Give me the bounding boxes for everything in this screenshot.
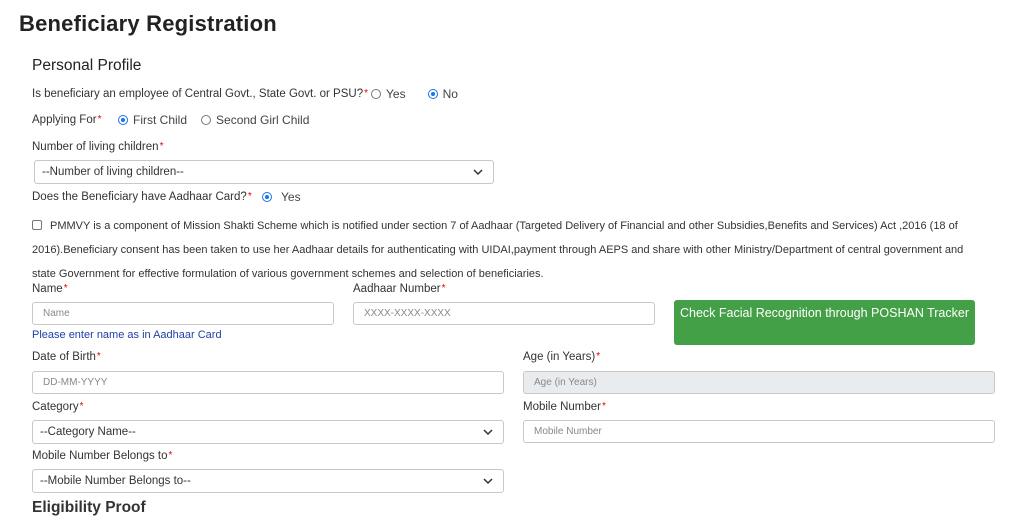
mobile-belongs-text: Mobile Number Belongs to <box>32 450 168 462</box>
dob-text: Date of Birth <box>32 351 96 363</box>
mobile-number-input[interactable]: Mobile Number <box>523 420 995 443</box>
employee-question-text: Is beneficiary an employee of Central Go… <box>32 88 364 100</box>
mobile-number-label: Mobile Number* <box>523 401 606 413</box>
applying-for-label: Applying For* <box>32 114 101 126</box>
chevron-down-icon <box>483 429 493 436</box>
radio-label: First Child <box>133 113 188 127</box>
first-child-radio[interactable]: First Child <box>118 113 187 127</box>
mobile-belongs-label: Mobile Number Belongs to* <box>32 450 172 462</box>
employee-question-label: Is beneficiary an employee of Central Go… <box>32 88 368 100</box>
required-mark: * <box>441 283 446 294</box>
employee-no-radio[interactable]: No <box>427 87 458 101</box>
aadhaar-number-input[interactable]: XXXX-XXXX-XXXX <box>353 302 655 325</box>
category-select[interactable]: --Category Name-- <box>32 420 504 444</box>
category-text: Category <box>32 401 79 413</box>
select-value: --Number of living children-- <box>42 166 184 178</box>
age-input: Age (in Years) <box>523 371 995 394</box>
aadhaar-card-text: Does the Beneficiary have Aadhaar Card? <box>32 191 247 203</box>
living-children-text: Number of living children <box>32 141 159 153</box>
living-children-select[interactable]: --Number of living children-- <box>34 160 494 184</box>
radio-label: No <box>442 87 458 101</box>
radio-icon <box>427 89 438 99</box>
aadhaar-card-radio-group: Yes <box>262 190 311 204</box>
name-label-text: Name <box>32 283 63 295</box>
radio-label: Yes <box>281 190 301 204</box>
section-title-personal-profile: Personal Profile <box>32 57 142 74</box>
required-mark: * <box>96 351 101 362</box>
aadhaar-card-yes-radio[interactable]: Yes <box>262 190 301 204</box>
age-label: Age (in Years)* <box>523 351 600 363</box>
input-placeholder: XXXX-XXXX-XXXX <box>364 308 451 319</box>
radio-icon <box>371 89 381 99</box>
radio-icon <box>201 115 212 125</box>
name-hint: Please enter name as in Aadhaar Card <box>32 329 222 341</box>
input-placeholder: Mobile Number <box>534 426 602 437</box>
mobile-belongs-select[interactable]: --Mobile Number Belongs to-- <box>32 469 504 493</box>
second-girl-child-radio[interactable]: Second Girl Child <box>201 113 309 127</box>
required-mark: * <box>596 351 601 362</box>
required-mark: * <box>601 401 606 412</box>
consent-text: PMMVY is a component of Mission Shakti S… <box>32 220 964 280</box>
radio-label: Second Girl Child <box>216 113 310 127</box>
living-children-label: Number of living children* <box>32 141 163 153</box>
consent-block: PMMVY is a component of Mission Shakti S… <box>32 214 982 286</box>
employee-yes-radio[interactable]: Yes <box>371 87 406 101</box>
applying-for-radio-group: First Child Second Girl Child <box>118 113 319 127</box>
dob-input[interactable]: DD-MM-YYYY <box>32 371 504 394</box>
required-mark: * <box>159 141 164 152</box>
required-mark: * <box>97 114 102 125</box>
input-placeholder: Name <box>43 308 70 319</box>
required-mark: * <box>63 283 68 294</box>
required-mark: * <box>168 450 173 461</box>
section-title-eligibility-proof: Eligibility Proof <box>32 499 146 516</box>
page-title: Beneficiary Registration <box>19 11 277 36</box>
radio-icon <box>118 115 128 125</box>
consent-checkbox[interactable] <box>32 220 42 230</box>
select-value: --Mobile Number Belongs to-- <box>40 475 191 487</box>
select-value: --Category Name-- <box>40 426 136 438</box>
chevron-down-icon <box>483 478 493 485</box>
radio-label: Yes <box>386 87 406 101</box>
dob-label: Date of Birth* <box>32 351 101 363</box>
age-text: Age (in Years) <box>523 351 596 363</box>
mobile-number-text: Mobile Number <box>523 401 601 413</box>
aadhaar-number-label: Aadhaar Number* <box>353 283 445 295</box>
input-placeholder: Age (in Years) <box>534 377 597 388</box>
required-mark: * <box>247 191 252 202</box>
aadhaar-card-label: Does the Beneficiary have Aadhaar Card?* <box>32 191 252 203</box>
required-mark: * <box>364 88 369 99</box>
name-label: Name* <box>32 283 68 295</box>
aadhaar-number-text: Aadhaar Number <box>353 283 441 295</box>
category-label: Category* <box>32 401 84 413</box>
required-mark: * <box>79 401 84 412</box>
input-placeholder: DD-MM-YYYY <box>43 377 108 388</box>
radio-icon <box>262 192 272 202</box>
name-input[interactable]: Name <box>32 302 334 325</box>
check-facial-recognition-button[interactable]: Check Facial Recognition through POSHAN … <box>674 300 975 345</box>
chevron-down-icon <box>473 169 483 176</box>
applying-for-text: Applying For <box>32 114 97 126</box>
employee-radio-group: Yes No <box>371 87 468 101</box>
